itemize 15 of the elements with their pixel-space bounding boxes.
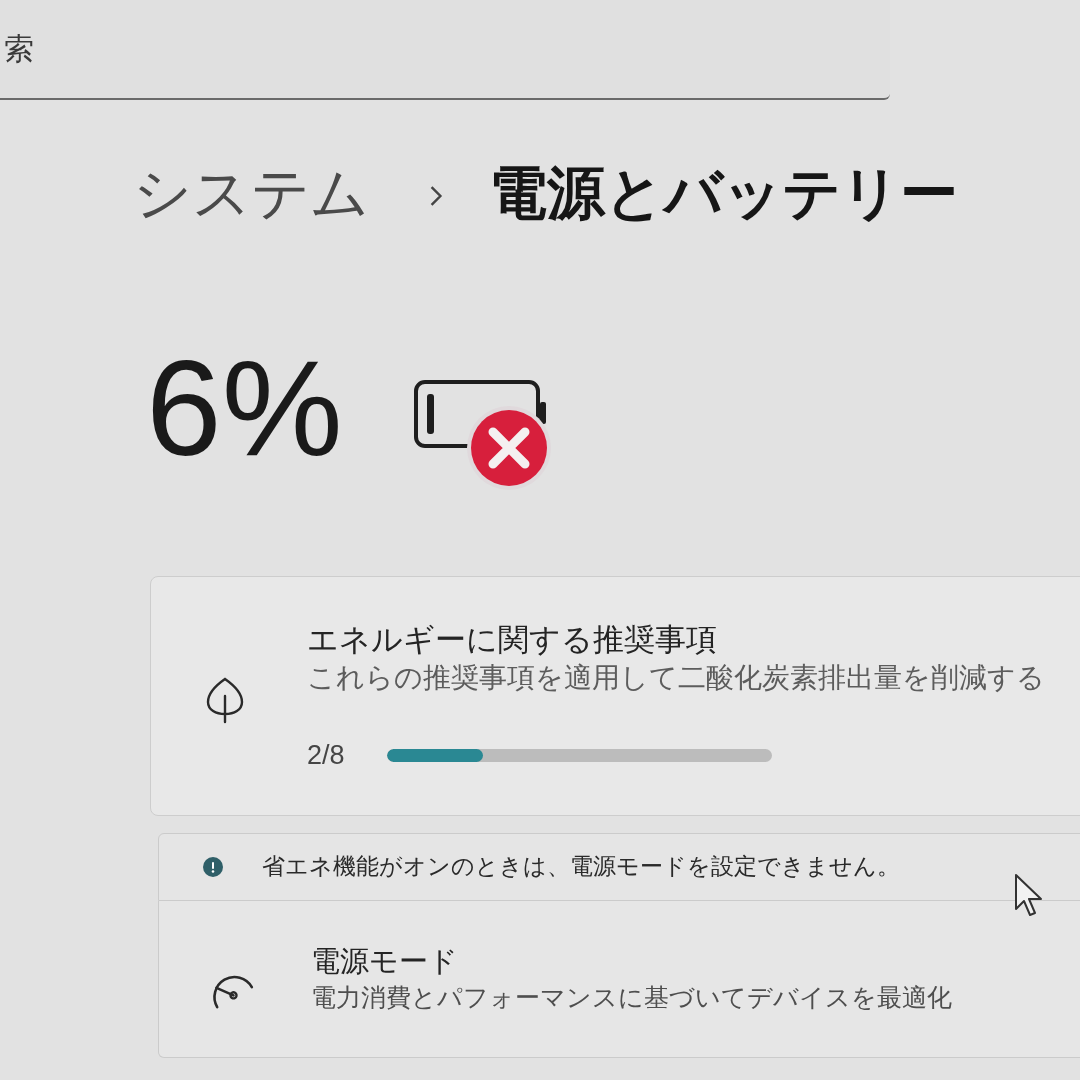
page-title: 電源とバッテリー bbox=[489, 159, 958, 227]
setting-title: 電源モード bbox=[311, 943, 459, 979]
setting-description: 電力消費とパフォーマンスに基づいてデバイスを最適化 bbox=[311, 981, 952, 1013]
leaf-icon bbox=[205, 675, 245, 724]
info-message: 省エネ機能がオンのときは、電源モードを設定できません。 bbox=[262, 852, 900, 882]
card-title: エネルギーに関する推奨事項 bbox=[307, 620, 718, 659]
battery-percentage: 6% bbox=[146, 339, 343, 476]
power-mode-row[interactable]: 電源モード 電力消費とパフォーマンスに基づいてデバイスを最適化 bbox=[158, 900, 1080, 1058]
mouse-cursor-icon bbox=[1014, 873, 1044, 917]
chevron-right-icon bbox=[429, 184, 443, 207]
breadcrumb-link[interactable]: システム bbox=[133, 158, 369, 228]
card-description: これらの推奨事項を適用して二酸化炭素排出量を削減する bbox=[307, 661, 1045, 696]
progress-count: 2/8 bbox=[307, 740, 346, 772]
recommendations-card[interactable]: エネルギーに関する推奨事項 これらの推奨事項を適用して二酸化炭素排出量を削減する 2/8 bbox=[150, 575, 1080, 816]
info-icon bbox=[203, 856, 223, 877]
